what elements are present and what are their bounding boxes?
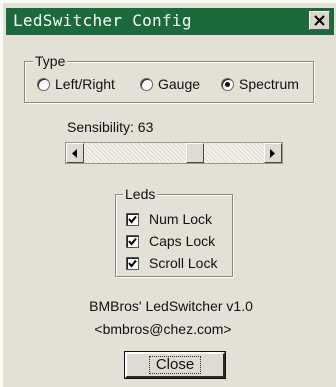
checkmark-icon <box>128 237 137 246</box>
arrow-left-icon <box>72 149 77 158</box>
radio-left-right-circle[interactable] <box>37 77 50 91</box>
arrow-right-icon <box>270 149 275 158</box>
scroll-left-button[interactable] <box>66 143 84 163</box>
radio-spectrum-label[interactable]: Spectrum <box>239 76 299 92</box>
caps-lock-checkbox[interactable] <box>126 234 139 248</box>
scroll-lock-label[interactable]: Scroll Lock <box>149 255 217 271</box>
radio-gauge-label[interactable]: Gauge <box>158 76 200 92</box>
radio-gauge[interactable]: Gauge <box>140 74 200 94</box>
slider-thumb[interactable] <box>186 143 205 163</box>
close-button[interactable]: Close <box>124 351 226 379</box>
window-title: LedSwitcher Config <box>13 11 192 30</box>
title-bar[interactable]: LedSwitcher Config <box>6 8 334 35</box>
leds-group-legend: Leds <box>123 186 158 202</box>
num-lock-checkbox[interactable] <box>126 212 139 226</box>
scroll-lock-checkbox[interactable] <box>126 256 139 270</box>
checkmark-icon <box>128 259 137 268</box>
radio-left-right-label[interactable]: Left/Right <box>55 76 115 92</box>
leds-group: Leds Num Lock Caps Lock Scroll Lock <box>115 186 233 277</box>
scroll-right-button[interactable] <box>264 143 282 163</box>
close-button-label[interactable]: Close <box>148 356 202 374</box>
author-email: <bmbros@chez.com> <box>94 321 232 337</box>
radio-left-right[interactable]: Left/Right <box>37 74 115 94</box>
checkbox-num-lock[interactable]: Num Lock <box>126 209 212 229</box>
radio-spectrum-circle[interactable] <box>221 77 234 91</box>
type-group-legend: Type <box>33 53 68 69</box>
num-lock-label[interactable]: Num Lock <box>149 211 212 227</box>
config-window: LedSwitcher Config Type Left/Right Gauge… <box>0 0 336 387</box>
window-close-button[interactable] <box>309 11 330 30</box>
checkbox-caps-lock[interactable]: Caps Lock <box>126 231 215 251</box>
type-group: Type Left/Right Gauge Spectrum <box>24 53 314 103</box>
sensibility-slider[interactable] <box>65 142 283 164</box>
radio-gauge-circle[interactable] <box>140 77 153 91</box>
checkmark-icon <box>128 215 137 224</box>
app-name-version: BMBros' LedSwitcher v1.0 <box>89 298 253 314</box>
checkbox-scroll-lock[interactable]: Scroll Lock <box>126 253 217 273</box>
sensibility-label: Sensibility: 63 <box>67 119 154 135</box>
radio-spectrum[interactable]: Spectrum <box>221 74 299 94</box>
caps-lock-label[interactable]: Caps Lock <box>149 233 215 249</box>
close-icon <box>314 15 325 26</box>
